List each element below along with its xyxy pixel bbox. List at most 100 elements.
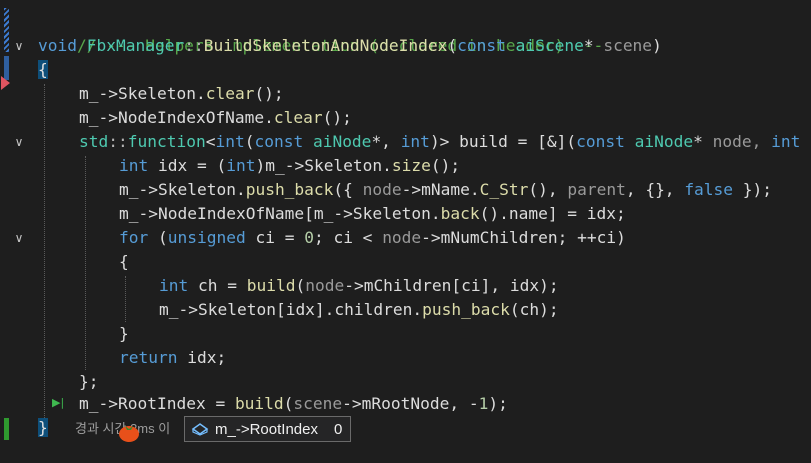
code-text: ->mRootNode, - <box>342 394 479 413</box>
code-text: m_->Skeleton[idx].children. <box>159 300 423 319</box>
code-text: ().name] = idx; <box>479 204 626 223</box>
fold-chevron-icon[interactable]: ∨ <box>10 229 28 247</box>
code-line[interactable]: for (unsigned ci = 0; ci < node->mNumChi… <box>119 226 626 250</box>
code-text: m_->NodeIndexOfName[m_->Skeleton. <box>119 204 441 223</box>
code-text: *, <box>371 132 401 151</box>
type-name: aiNode <box>634 132 694 151</box>
code-line[interactable]: m_->Skeleton.clear(); <box>79 82 284 106</box>
type-name: aiNode <box>312 132 372 151</box>
code-line[interactable]: }; <box>79 370 99 394</box>
code-text: ( <box>244 132 255 151</box>
function-name: build <box>234 394 284 413</box>
run-to-click-icon[interactable]: ▶| <box>52 396 64 409</box>
function-name: clear <box>273 108 323 127</box>
function-name: BuildSkeletonAndNodeIndex <box>203 36 448 55</box>
code-line[interactable]: { <box>38 58 48 82</box>
code-line[interactable]: void FbxManager::BuildSkeletonAndNodeInd… <box>38 34 662 58</box>
code-text: m_->RootIndex = <box>79 394 235 413</box>
tomato-icon <box>119 426 139 442</box>
param-name: scene <box>293 394 343 413</box>
keyword: const <box>254 132 304 151</box>
change-marker-added <box>4 418 9 440</box>
code-text: ->mName. <box>401 180 480 199</box>
code-line[interactable]: m_->NodeIndexOfName[m_->Skeleton.back().… <box>119 202 626 226</box>
param-name: node, <box>702 132 772 151</box>
function-name: C_Str <box>479 180 529 199</box>
param-name: node <box>362 180 402 199</box>
datatip[interactable]: m_->RootIndex 0 <box>184 416 352 442</box>
keyword: void <box>38 36 77 55</box>
keyword: return <box>119 348 178 367</box>
code-text: (); <box>322 108 352 127</box>
keyword: int <box>215 132 245 151</box>
pointer: * <box>583 36 594 55</box>
code-text: )m_->Skeleton. <box>255 156 392 175</box>
indent-guide <box>85 156 86 370</box>
number-literal: 0 <box>304 228 314 247</box>
code-text: }); <box>733 180 773 199</box>
code-line[interactable]: } <box>119 322 129 346</box>
scope-operator: :: <box>184 36 204 55</box>
number-literal: 1 <box>478 394 489 413</box>
keyword: int <box>771 132 801 151</box>
code-text: ( <box>283 394 294 413</box>
code-line[interactable]: m_->NodeIndexOfName.clear(); <box>79 106 352 130</box>
code-text: ( <box>148 228 168 247</box>
code-line[interactable]: m_->RootIndex = build(scene->mRootNode, … <box>79 392 508 416</box>
code-text: ->mChildren[ci], idx); <box>344 276 559 295</box>
code-text: (ch); <box>509 300 559 319</box>
code-line[interactable]: { <box>119 250 129 274</box>
code-text: , {}, <box>625 180 685 199</box>
class-name: FbxManager <box>86 36 185 55</box>
code-text: }; <box>79 372 99 391</box>
change-marker-saved <box>4 8 9 52</box>
keyword: unsigned <box>167 228 246 247</box>
scope-operator: :: <box>108 132 128 151</box>
fold-chevron-icon[interactable]: ∨ <box>10 133 28 151</box>
keyword: false <box>684 180 734 199</box>
function-name: push_back <box>245 180 334 199</box>
datatip-value[interactable]: 0 <box>334 421 342 438</box>
code-text: )> <box>429 132 450 151</box>
code-editor[interactable]: ∨ ∨ ∨ // --- Helpers implementation (dec… <box>0 0 811 463</box>
code-text: m_->Skeleton. <box>79 84 206 103</box>
type-name: function <box>127 132 206 151</box>
keyword: const <box>576 132 625 151</box>
fold-chevron-icon[interactable]: ∨ <box>10 37 28 55</box>
code-text: ; ci < <box>313 228 383 247</box>
function-name: clear <box>205 84 255 103</box>
param-name: parent <box>567 180 626 199</box>
code-line[interactable]: return idx; <box>119 346 226 370</box>
code-line[interactable]: } <box>38 416 48 440</box>
code-text: ( <box>295 276 306 295</box>
code-text: ({ <box>333 180 363 199</box>
code-line[interactable]: int idx = (int)m_->Skeleton.size(); <box>119 154 460 178</box>
code-text: } <box>119 324 129 343</box>
code-text: * <box>693 132 703 151</box>
param-name: scene <box>593 36 653 55</box>
code-line[interactable]: // --- Helpers implementation (declared … <box>38 10 603 55</box>
code-text: = [&]( <box>507 132 577 151</box>
keyword: const <box>457 36 506 55</box>
code-line[interactable]: m_->Skeleton.push_back({ node->mName.C_S… <box>119 178 772 202</box>
indent-guide <box>125 276 126 322</box>
code-text: idx; <box>177 348 227 367</box>
code-text: (); <box>254 84 284 103</box>
paren: ) <box>652 36 662 55</box>
watch-icon <box>191 423 209 436</box>
code-line[interactable]: m_->Skeleton[idx].children.push_back(ch)… <box>159 298 559 322</box>
type-name: aiScene <box>515 36 584 55</box>
code-line[interactable]: std::function<int(const aiNode*, int)> b… <box>79 130 800 154</box>
code-text: < <box>205 132 216 151</box>
breakpoint-arrow-icon[interactable] <box>1 76 10 90</box>
code-text: build <box>449 132 508 151</box>
keyword: int <box>226 156 256 175</box>
datatip-expression: m_->RootIndex <box>215 420 318 438</box>
keyword: int <box>119 156 149 175</box>
code-text: m_->Skeleton. <box>119 180 246 199</box>
indent-guide <box>44 84 45 418</box>
code-text: (), <box>528 180 568 199</box>
code-line[interactable]: int ch = build(node->mChildren[ci], idx)… <box>159 274 559 298</box>
function-name: push_back <box>422 300 510 319</box>
keyword: int <box>400 132 430 151</box>
